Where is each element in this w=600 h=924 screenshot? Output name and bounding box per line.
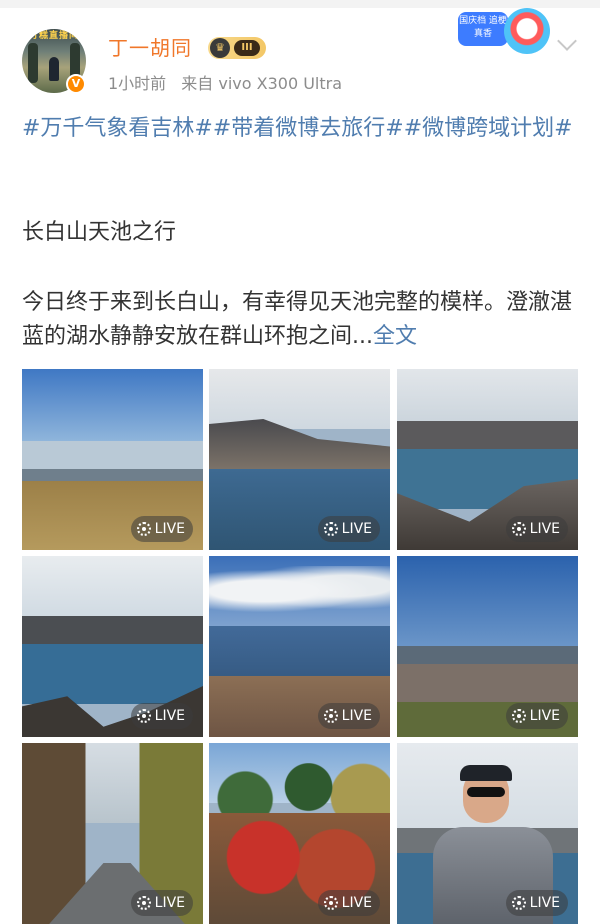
photo-5[interactable]: LIVE	[209, 556, 390, 737]
live-icon	[136, 896, 151, 910]
vip-level: III	[234, 40, 260, 56]
hashtag-links[interactable]: #万千气象看吉林##带着微博去旅行##微博跨域计划#	[22, 112, 582, 146]
photo-8[interactable]: LIVE	[209, 743, 390, 924]
live-badge: LIVE	[130, 890, 193, 916]
live-icon	[323, 522, 338, 536]
avatar-tree	[28, 43, 38, 83]
photo-1[interactable]: LIVE	[22, 369, 203, 550]
live-badge: LIVE	[317, 516, 380, 542]
live-badge: LIVE	[317, 890, 380, 916]
live-label: LIVE	[154, 708, 185, 724]
live-badge: LIVE	[505, 516, 568, 542]
live-label: LIVE	[341, 708, 372, 724]
avatar-person	[49, 57, 59, 81]
live-badge: LIVE	[317, 703, 380, 729]
live-label: LIVE	[341, 895, 372, 911]
mascot-icon	[504, 8, 550, 54]
live-label: LIVE	[529, 521, 560, 537]
post-meta: 1小时前 来自 vivo X300 Ultra	[108, 70, 342, 94]
live-icon	[511, 896, 526, 910]
post-time: 1小时前	[108, 74, 167, 93]
live-icon	[136, 709, 151, 723]
live-label: LIVE	[529, 708, 560, 724]
promo-sticker-text: 国庆档 追梗真香	[458, 12, 508, 46]
crown-icon: ♛	[210, 38, 230, 58]
chevron-down-icon[interactable]	[557, 31, 577, 51]
verified-badge-icon: V	[66, 74, 86, 94]
live-icon	[511, 709, 526, 723]
live-badge: LIVE	[130, 516, 193, 542]
promo-sticker[interactable]: 国庆档 追梗真香	[458, 8, 554, 54]
live-label: LIVE	[154, 521, 185, 537]
live-icon	[323, 896, 338, 910]
post-paragraph-text: 今日终于来到长白山，有幸得见天池完整的模样。澄澈湛蓝的湖水静静安放在群山环抱之间…	[22, 290, 573, 349]
photo-7[interactable]: LIVE	[22, 743, 203, 924]
photo-2[interactable]: LIVE	[209, 369, 390, 550]
avatar-frame-text: 打糕直播间	[28, 31, 79, 41]
post-title: 长白山天池之行	[22, 220, 177, 245]
full-text-link[interactable]: 全文	[373, 324, 417, 349]
live-label: LIVE	[529, 895, 560, 911]
live-icon	[136, 522, 151, 536]
live-label: LIVE	[341, 521, 372, 537]
live-badge: LIVE	[130, 703, 193, 729]
top-status-strip	[0, 0, 600, 8]
live-badge: LIVE	[505, 703, 568, 729]
live-label: LIVE	[154, 895, 185, 911]
vip-badge[interactable]: ♛ III	[208, 37, 266, 59]
username[interactable]: 丁一胡同	[108, 32, 192, 61]
photo-4[interactable]: LIVE	[22, 556, 203, 737]
post-paragraph: 今日终于来到长白山，有幸得见天池完整的模样。澄澈湛蓝的湖水静静安放在群山环抱之间…	[22, 286, 582, 354]
live-icon	[511, 522, 526, 536]
photo-6[interactable]: LIVE	[397, 556, 578, 737]
photo-3[interactable]: LIVE	[397, 369, 578, 550]
live-badge: LIVE	[505, 890, 568, 916]
post-source[interactable]: 来自 vivo X300 Ultra	[181, 74, 342, 93]
live-icon	[323, 709, 338, 723]
photo-9[interactable]: LIVE	[397, 743, 578, 924]
